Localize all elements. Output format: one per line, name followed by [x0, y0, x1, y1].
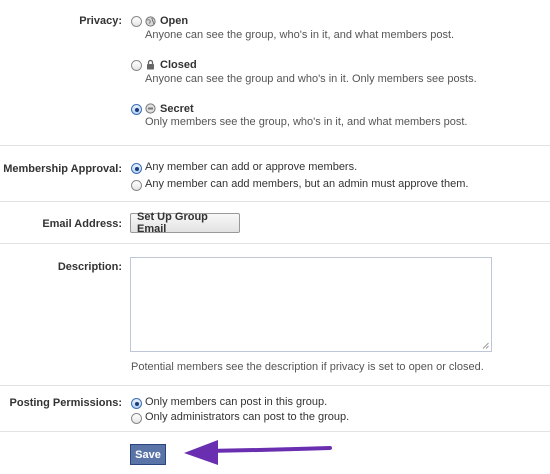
membership-approval-label: Membership Approval:	[3, 163, 122, 175]
privacy-open-title: Open	[160, 15, 189, 27]
privacy-closed-desc: Anyone can see the group and who's in it…	[145, 73, 477, 85]
privacy-closed-radio[interactable]	[131, 60, 142, 71]
divider	[0, 201, 550, 202]
description-textarea[interactable]	[130, 257, 492, 352]
set-up-group-email-button[interactable]: Set Up Group Email	[130, 211, 240, 235]
privacy-closed-title: Closed	[160, 59, 197, 71]
resize-handle-icon[interactable]	[482, 342, 489, 349]
membership-any-approve-option[interactable]: Any member can add or approve members.	[145, 161, 357, 173]
privacy-secret-title: Secret	[160, 103, 194, 115]
membership-admin-approve-radio[interactable]	[131, 180, 142, 191]
posting-admins-radio[interactable]	[131, 413, 142, 424]
divider	[0, 431, 550, 432]
privacy-label: Privacy:	[79, 15, 122, 27]
posting-members-radio[interactable]	[131, 398, 142, 409]
privacy-open-radio[interactable]	[131, 16, 142, 27]
privacy-secret-radio[interactable]	[131, 104, 142, 115]
save-button[interactable]: Save	[130, 444, 166, 465]
privacy-open-desc: Anyone can see the group, who's in it, a…	[145, 29, 455, 41]
membership-admin-approve-option[interactable]: Any member can add members, but an admin…	[145, 178, 468, 190]
purple-arrow-icon	[184, 440, 332, 465]
divider	[0, 145, 550, 146]
email-address-label: Email Address:	[42, 218, 122, 230]
membership-any-approve-radio[interactable]	[131, 163, 142, 174]
divider	[0, 385, 550, 386]
lock-icon	[147, 59, 154, 70]
posting-permissions-label: Posting Permissions:	[9, 397, 122, 409]
posting-admins-option[interactable]: Only administrators can post to the grou…	[145, 411, 349, 423]
globe-icon	[145, 16, 156, 27]
description-hint: Potential members see the description if…	[131, 361, 484, 373]
posting-members-option[interactable]: Only members can post in this group.	[145, 396, 327, 408]
secret-icon	[145, 103, 156, 114]
description-label: Description:	[57, 261, 122, 273]
divider	[0, 243, 550, 244]
privacy-secret-desc: Only members see the group, who's in it,…	[145, 116, 468, 128]
